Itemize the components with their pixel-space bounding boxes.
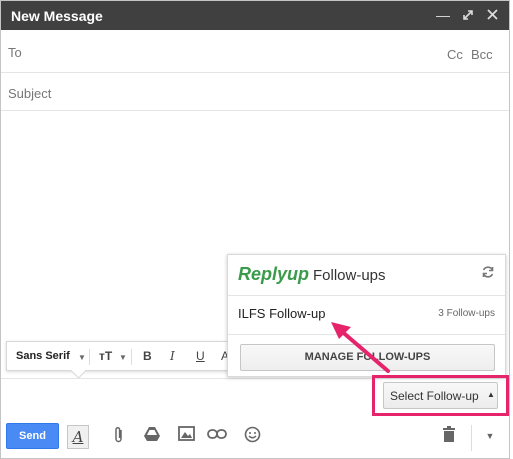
bold-button[interactable]: B	[143, 349, 152, 363]
subject-field[interactable]: Subject	[1, 74, 509, 111]
popup-heading: Follow-ups	[313, 267, 386, 284]
italic-button[interactable]: I	[170, 349, 175, 363]
compose-titlebar[interactable]: New Message —	[1, 1, 509, 30]
toolbar-divider	[89, 349, 90, 365]
formatting-toolbar: Sans Serif ▼ тT ▼ B I U A	[6, 341, 246, 371]
font-family-select[interactable]: Sans Serif	[16, 350, 70, 362]
toolbar-pointer	[71, 370, 85, 378]
select-follow-up-button[interactable]: Select Follow-up ▲	[383, 382, 498, 409]
cc-link[interactable]: Cc	[447, 47, 463, 62]
maximize-icon[interactable]	[458, 5, 478, 25]
replyup-logo: Replyup	[238, 264, 310, 284]
send-button[interactable]: Send	[6, 423, 59, 449]
chevron-down-icon: ▼	[78, 353, 86, 362]
photo-icon[interactable]	[176, 426, 196, 446]
drive-icon[interactable]	[142, 426, 162, 446]
chevron-down-icon: ▼	[119, 353, 127, 362]
refresh-icon[interactable]	[481, 265, 495, 282]
triangle-up-icon: ▲	[487, 390, 495, 399]
underline-button[interactable]: U	[196, 349, 205, 363]
window-title: New Message	[11, 8, 103, 24]
follow-up-name: ILFS Follow-up	[238, 306, 326, 321]
subject-placeholder: Subject	[8, 86, 52, 101]
toolbar-divider	[131, 349, 132, 365]
trash-icon[interactable]	[439, 426, 459, 446]
attach-icon[interactable]	[109, 426, 129, 446]
emoji-icon[interactable]	[242, 426, 262, 446]
font-size-icon[interactable]: тT	[99, 349, 112, 363]
select-follow-up-label: Select Follow-up	[390, 389, 479, 403]
more-options-icon[interactable]: ▼	[480, 426, 500, 446]
bcc-link[interactable]: Bcc	[471, 47, 493, 62]
toolbar-divider	[471, 425, 472, 451]
minimize-icon[interactable]: —	[433, 5, 453, 25]
link-icon[interactable]	[207, 426, 227, 446]
to-field[interactable]: To Cc Bcc	[1, 33, 509, 73]
compose-window: New Message — To Cc Bcc Subject Sans Ser…	[0, 0, 510, 459]
bottom-toolbar: Send A ▼	[1, 417, 509, 458]
to-label: To	[8, 45, 22, 60]
close-icon[interactable]	[482, 5, 502, 25]
follow-up-count: 3 Follow-ups	[438, 308, 495, 319]
formatting-options-button[interactable]: A	[67, 425, 89, 449]
